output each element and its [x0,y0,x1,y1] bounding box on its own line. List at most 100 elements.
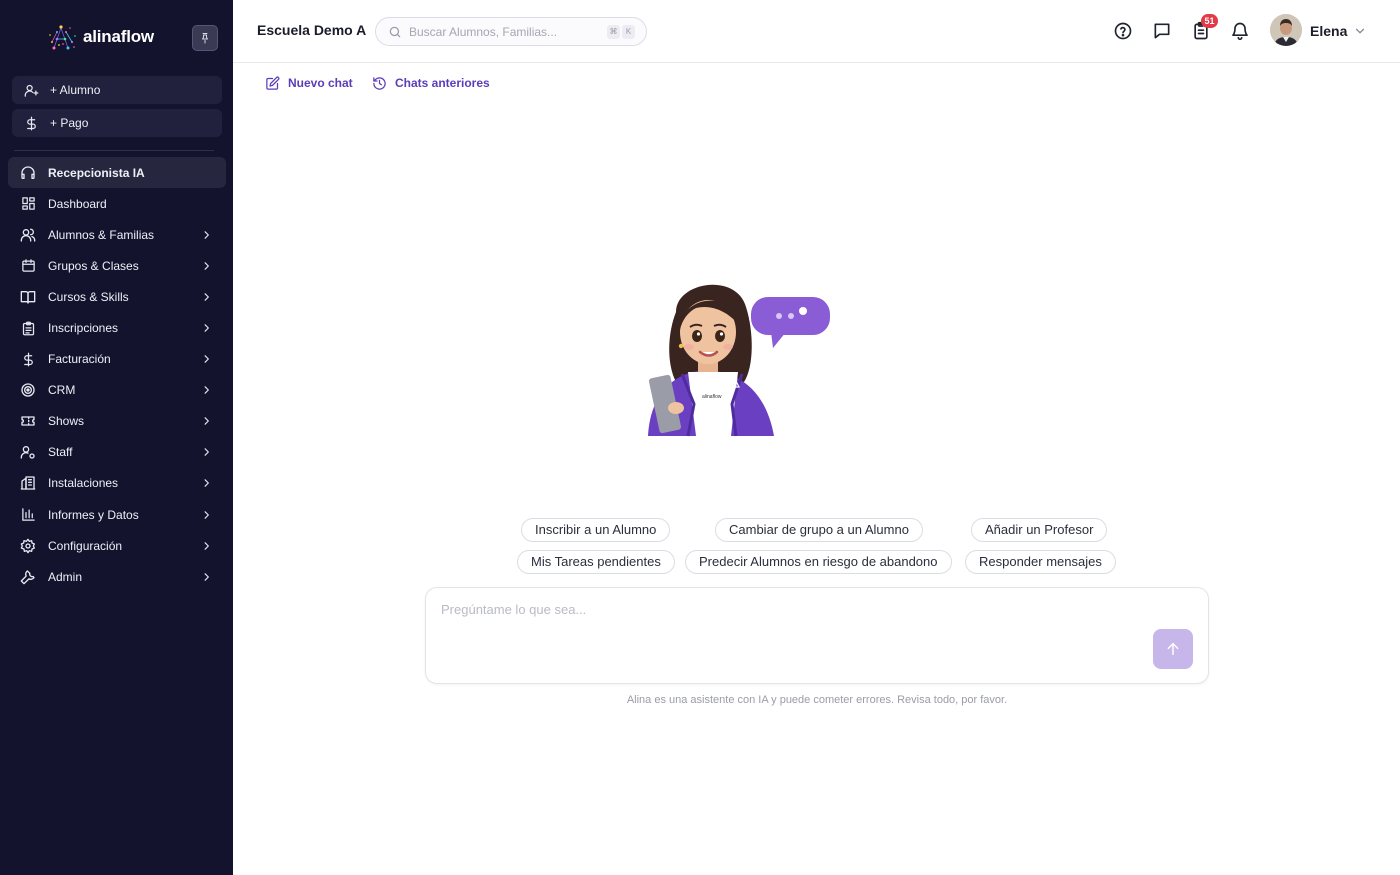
chat-history-label: Chats anteriores [395,76,490,90]
ticket-icon [8,413,48,429]
new-chat-button[interactable]: Nuevo chat [265,75,353,91]
chevron-right-icon [204,324,209,332]
chevron-right-icon [204,417,209,426]
add-student-label: + Alumno [50,83,101,97]
sidebar-item-alumnos-familias[interactable]: Alumnos & Familias [8,219,226,250]
sidebar-item-label: Cursos & Skills [48,289,129,304]
sidebar-item-label: Configuración [48,538,123,553]
chat-history-button[interactable]: Chats anteriores [372,75,490,91]
sidebar-item-instalaciones[interactable]: Instalaciones [8,468,226,499]
suggestion-chip-anadir-profesor[interactable]: Añadir un Profesor [971,518,1108,542]
dashboard-icon [8,196,48,211]
sidebar-item-configuracion[interactable]: Configuración [8,530,226,561]
user-name[interactable]: Elena [1310,23,1347,39]
sidebar-item-label: Dashboard [48,196,107,211]
send-button[interactable] [1153,629,1193,669]
sidebar-item-label: Facturación [48,352,111,367]
headset-icon [8,165,48,181]
chevron-right-icon [204,572,209,581]
dollar-icon [8,352,48,367]
chevron-right-icon [204,386,209,394]
suggestion-chip-inscribir[interactable]: Inscribir a un Alumno [521,518,671,542]
history-icon [373,76,386,90]
messages-icon[interactable] [1152,21,1172,41]
sidebar-item-label: Recepcionista IA [48,165,145,180]
sidebar-item-admin[interactable]: Admin [8,561,226,592]
shortcut-cmd-key: ⌘ [607,25,620,39]
svg-text:alinaflow: alinaflow [702,394,722,400]
chevron-right-icon [204,541,209,550]
sidebar-item-label: Inscripciones [48,321,119,336]
help-icon[interactable] [1113,21,1133,41]
sidebar-item-shows[interactable]: Shows [8,406,226,437]
sidebar-item-informes-datos[interactable]: Informes y Datos [8,499,226,530]
chevron-right-icon [204,448,209,457]
users-icon [8,227,48,243]
user-plus-icon [12,83,50,98]
sidebar-item-label: Shows [48,414,85,429]
speech-bubble-icon [751,297,830,348]
dollar-icon [12,116,50,131]
sidebar-nav: Recepcionista IA Dashboard Alumnos & Fam… [8,157,226,592]
logo[interactable]: alinaflow [48,22,154,52]
clipboard-icon [8,321,48,336]
sidebar-item-cursos-skills[interactable]: Cursos & Skills [8,281,226,312]
school-name: Escuela Demo A [257,22,367,38]
sidebar-item-grupos-clases[interactable]: Grupos & Clases [8,250,226,281]
pin-icon [202,33,208,44]
suggestion-chip-tareas[interactable]: Mis Tareas pendientes [517,550,675,574]
book-icon [8,289,48,305]
sidebar-item-label: CRM [48,383,76,398]
assistant-illustration: alinaflow [636,272,836,442]
tasks-badge: 51 [1201,14,1218,28]
notifications-bell-icon[interactable] [1230,21,1250,41]
chevron-right-icon [204,230,209,239]
sidebar-item-label: Grupos & Clases [48,258,139,273]
new-chat-label: Nuevo chat [288,76,353,90]
search-icon [389,26,401,38]
chat-input[interactable] [441,602,1141,662]
sidebar-item-dashboard[interactable]: Dashboard [8,188,226,219]
sidebar-divider [14,150,214,151]
chevron-right-icon [204,293,209,301]
arrow-up-icon [1167,642,1179,656]
logo-text: alinaflow [83,27,154,46]
sidebar-item-staff[interactable]: Staff [8,437,226,468]
add-student-button[interactable]: + Alumno [12,76,222,104]
suggestion-chip-responder-mensajes[interactable]: Responder mensajes [965,550,1116,574]
suggestion-chip-cambiar-grupo[interactable]: Cambiar de grupo a un Alumno [715,518,923,542]
target-icon [8,382,48,398]
chevron-right-icon [204,355,209,363]
wrench-icon [8,569,48,585]
add-payment-label: + Pago [50,116,89,130]
ai-disclaimer: Alina es una asistente con IA y puede co… [626,694,1008,706]
sidebar: alinaflow + Alumno + Pago Recepcionista … [0,0,233,875]
shortcut-k-key: K [622,25,635,39]
sidebar-item-label: Admin [48,569,83,584]
chevron-down-icon[interactable] [1353,24,1367,38]
user-gear-icon [8,444,48,460]
chevron-right-icon [204,479,209,488]
bar-chart-icon [8,507,48,522]
sidebar-item-inscripciones[interactable]: Inscripciones [8,312,226,343]
sidebar-item-label: Alumnos & Familias [48,227,155,242]
edit-icon [266,76,280,90]
chevron-right-icon [204,262,209,270]
calendar-icon [8,258,48,273]
search-box[interactable]: ⌘ K [375,17,647,46]
sidebar-item-facturacion[interactable]: Facturación [8,344,226,375]
chat-composer [425,587,1209,684]
sidebar-item-recepcionista-ia[interactable]: Recepcionista IA [8,157,226,189]
logo-mark-icon [48,22,82,52]
user-avatar[interactable] [1270,14,1302,46]
top-header: Escuela Demo A ⌘ K 51 Elena [233,0,1400,63]
search-input[interactable] [409,24,599,40]
chevron-right-icon [204,510,209,519]
gear-icon [8,538,48,554]
sidebar-item-crm[interactable]: CRM [8,375,226,406]
pin-sidebar-button[interactable] [192,25,218,51]
building-icon [8,475,48,491]
suggestion-chip-predecir-abandono[interactable]: Predecir Alumnos en riesgo de abandono [685,550,952,574]
logo-row: alinaflow [0,14,233,60]
add-payment-button[interactable]: + Pago [12,109,222,137]
